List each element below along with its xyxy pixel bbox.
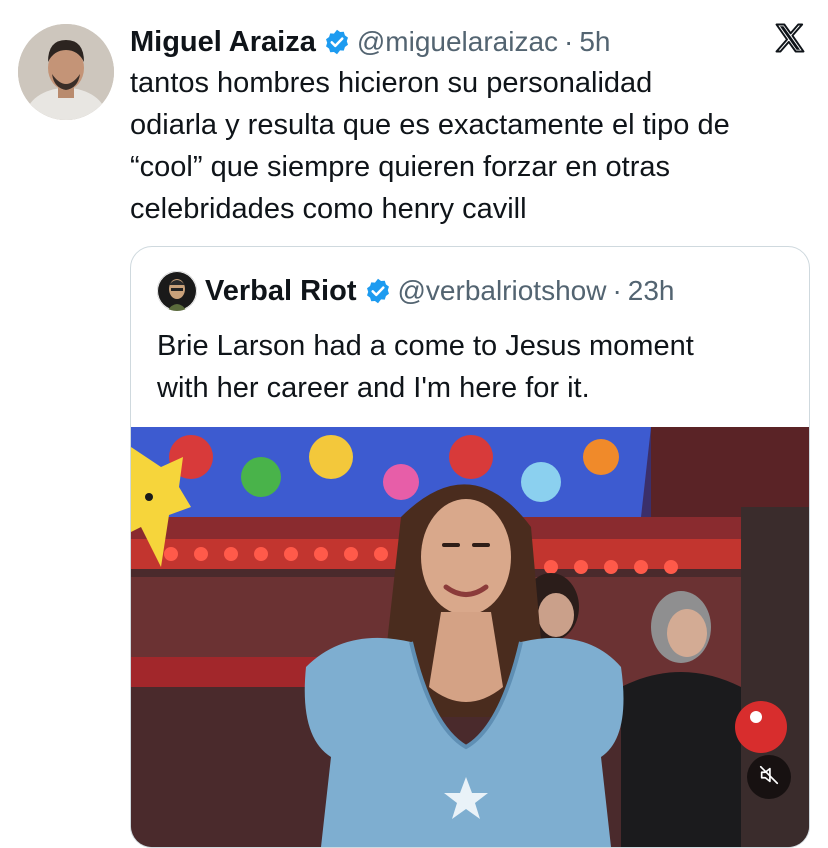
author-handle[interactable]: @miguelaraizac bbox=[357, 26, 558, 58]
verified-badge-icon bbox=[364, 277, 392, 305]
quoted-author-display-name[interactable]: Verbal Riot bbox=[205, 275, 357, 308]
quoted-tweet-header: Verbal Riot @verbalriotshow · 23h bbox=[157, 271, 675, 311]
separator-dot: · bbox=[564, 26, 574, 57]
quoted-author-handle[interactable]: @verbalriotshow bbox=[398, 275, 607, 307]
tweet-text: tantos hombres hicieron su personalidad … bbox=[130, 67, 730, 225]
quoted-tweet-timestamp[interactable]: 23h bbox=[628, 275, 675, 307]
tweet-header: Miguel Araiza @miguelaraizac · 5h bbox=[130, 22, 611, 62]
mute-icon bbox=[758, 764, 780, 791]
x-logo-icon[interactable] bbox=[772, 20, 808, 56]
tweet-timestamp[interactable]: 5h bbox=[579, 26, 610, 58]
separator-dot: · bbox=[612, 275, 622, 306]
video-thumbnail[interactable] bbox=[131, 427, 809, 847]
quoted-tweet-card[interactable]: Verbal Riot @verbalriotshow · 23h Brie L… bbox=[130, 246, 810, 848]
quoted-tweet-text: Brie Larson had a come to Jesus moment w… bbox=[157, 330, 694, 404]
author-avatar[interactable] bbox=[18, 24, 114, 120]
verified-badge-icon bbox=[323, 28, 351, 56]
author-display-name[interactable]: Miguel Araiza bbox=[130, 26, 316, 59]
mute-toggle-button[interactable] bbox=[747, 755, 791, 799]
quoted-author-avatar[interactable] bbox=[157, 271, 197, 311]
